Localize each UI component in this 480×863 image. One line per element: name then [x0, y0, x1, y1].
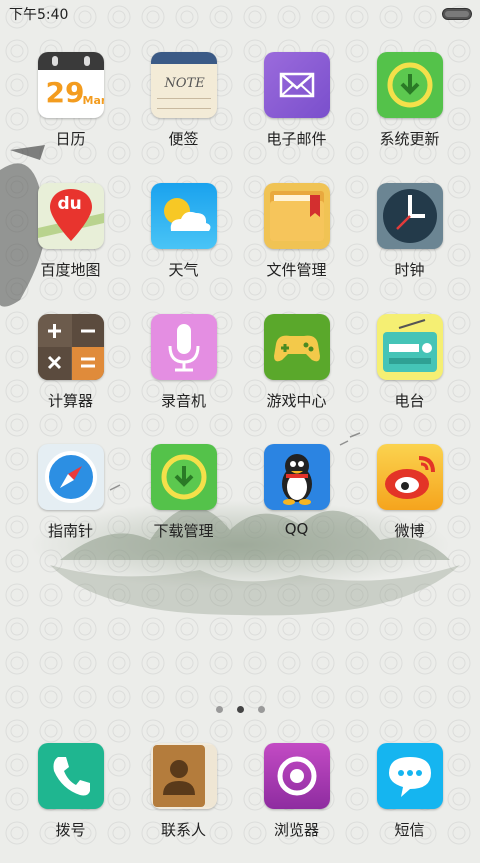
browser-icon: [263, 743, 330, 809]
app-radio[interactable]: 电台: [353, 314, 466, 434]
notes-icon: NOTE: [150, 52, 217, 118]
app-calculator[interactable]: 计算器: [14, 314, 127, 434]
app-weather[interactable]: 天气: [127, 183, 240, 303]
app-notes[interactable]: NOTE 便签: [127, 52, 240, 172]
app-label: 计算器: [47, 392, 93, 410]
app-label: 电台: [394, 392, 425, 410]
calculator-icon: [37, 314, 104, 380]
compass-icon: [37, 444, 104, 510]
clock-icon: [376, 183, 443, 249]
app-recorder[interactable]: 录音机: [127, 314, 240, 434]
battery-icon: [442, 8, 472, 20]
message-icon: [376, 743, 443, 809]
app-weibo[interactable]: 微博: [353, 444, 466, 564]
app-label: 游戏中心: [266, 392, 327, 410]
app-label: 浏览器: [273, 821, 319, 839]
app-download-manager[interactable]: 下载管理: [127, 444, 240, 564]
folder-icon: [263, 183, 330, 249]
app-game-center[interactable]: 游戏中心: [240, 314, 353, 434]
app-system-update[interactable]: 系统更新: [353, 52, 466, 172]
app-label: 时钟: [394, 261, 425, 279]
app-label: 文件管理: [266, 261, 327, 279]
app-label: QQ: [284, 520, 309, 538]
weibo-icon: [376, 444, 443, 510]
status-time: 下午5:40: [9, 7, 69, 23]
app-file-manager[interactable]: 文件管理: [240, 183, 353, 303]
map-logo-text: du: [57, 194, 82, 214]
dock-dialer[interactable]: 拨号: [14, 743, 127, 863]
page-dot-active[interactable]: [236, 706, 244, 713]
calendar-month: Mar: [82, 94, 104, 107]
app-email[interactable]: 电子邮件: [240, 52, 353, 172]
app-label: 百度地图: [40, 261, 101, 279]
gamepad-icon: [263, 314, 330, 380]
app-baidu-maps[interactable]: du 百度地图: [14, 183, 127, 303]
app-label: 便签: [168, 130, 199, 148]
app-label: 指南针: [47, 522, 93, 540]
calendar-icon: 29 Mar: [37, 52, 104, 118]
radio-icon: [376, 314, 443, 380]
microphone-icon: [150, 314, 217, 380]
download-icon: [150, 444, 217, 510]
app-label: 日历: [55, 130, 86, 148]
page-indicator[interactable]: [0, 698, 480, 713]
dock-browser[interactable]: 浏览器: [240, 743, 353, 863]
phone-icon: [37, 743, 104, 809]
app-label: 拨号: [55, 821, 86, 839]
app-label: 录音机: [160, 392, 206, 410]
weather-icon: [150, 183, 217, 249]
page-dot[interactable]: [215, 706, 223, 713]
notes-text: NOTE: [164, 76, 205, 91]
app-compass[interactable]: 指南针: [14, 444, 127, 564]
map-icon: du: [37, 183, 104, 249]
app-label: 电子邮件: [266, 130, 327, 148]
status-bar: 下午5:40: [0, 0, 480, 26]
app-label: 系统更新: [379, 130, 440, 148]
app-calendar[interactable]: 29 Mar 日历: [14, 52, 127, 172]
penguin-icon: [263, 444, 330, 510]
app-label: 天气: [168, 261, 199, 279]
app-label: 微博: [394, 522, 425, 540]
app-label: 下载管理: [153, 522, 214, 540]
dock-contacts[interactable]: 联系人: [127, 743, 240, 863]
app-label: 短信: [394, 821, 425, 839]
app-clock[interactable]: 时钟: [353, 183, 466, 303]
contacts-icon: [150, 743, 217, 809]
page-dot[interactable]: [257, 706, 265, 713]
app-qq[interactable]: QQ: [240, 444, 353, 564]
update-icon: [376, 52, 443, 118]
calendar-day: 29: [45, 76, 85, 109]
mail-icon: [263, 52, 330, 118]
dock-messages[interactable]: 短信: [353, 743, 466, 863]
app-label: 联系人: [160, 821, 206, 839]
